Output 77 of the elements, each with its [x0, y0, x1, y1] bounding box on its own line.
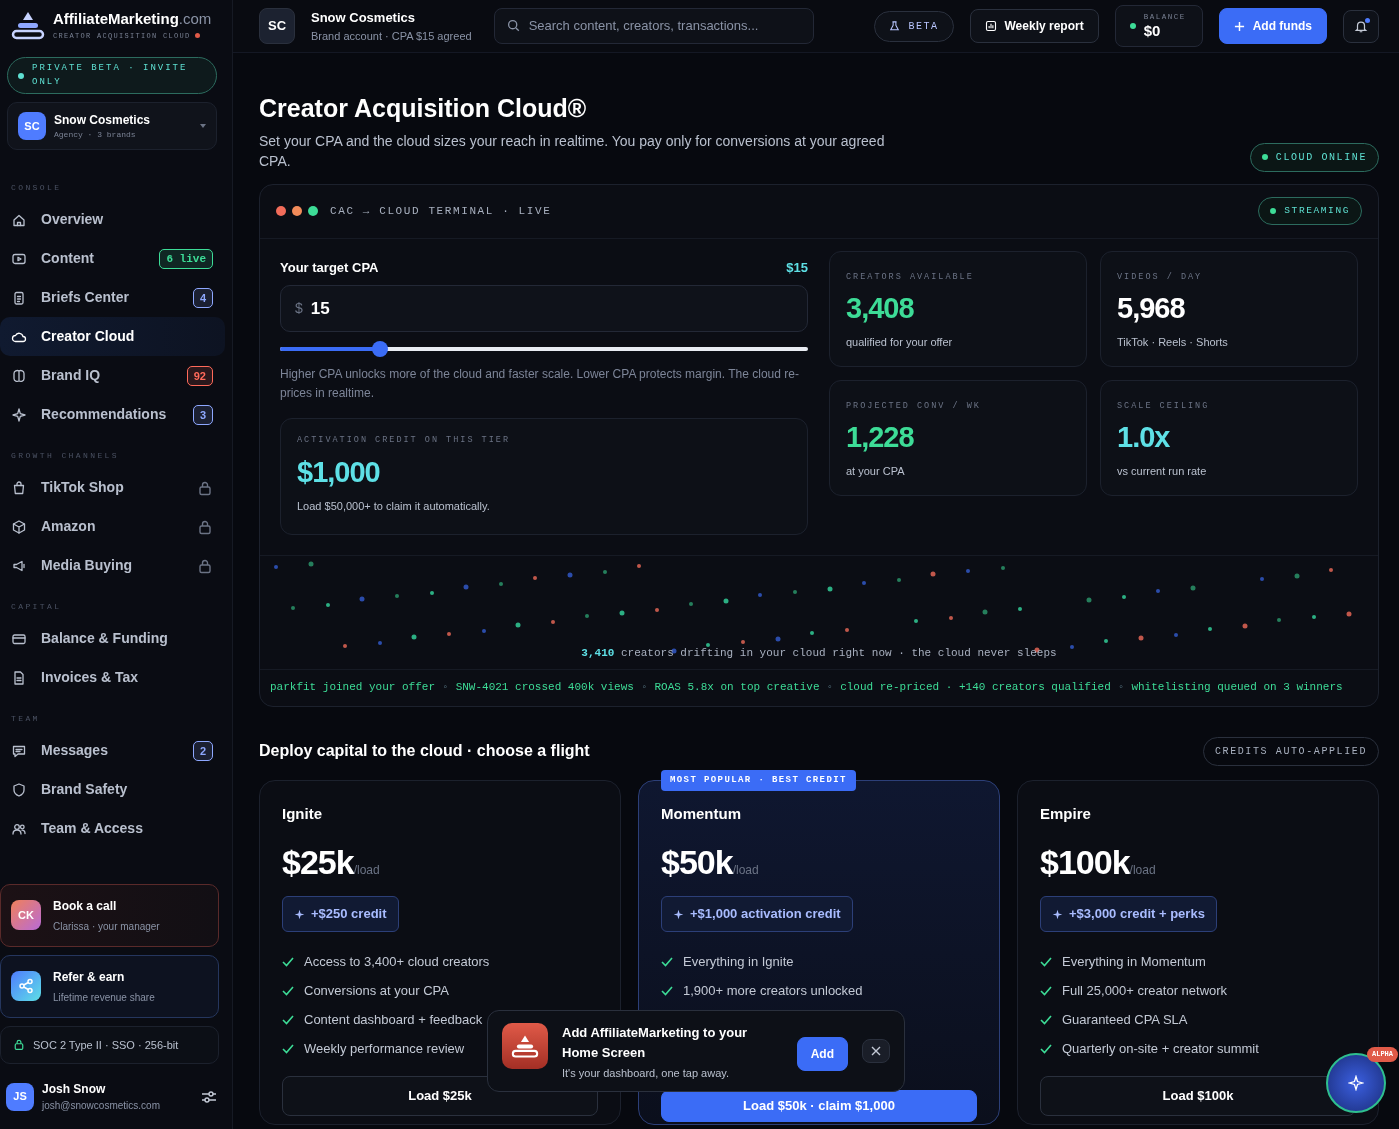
- cloud-status-pill: CLOUD ONLINE: [1249, 142, 1379, 172]
- stat-label: VIDEOS / DAY: [1117, 270, 1204, 284]
- plan-feature: Content dashboard + feedback: [304, 1010, 483, 1029]
- account-name: Snow Cosmetics: [54, 112, 152, 129]
- nav-badge: 2: [192, 740, 213, 761]
- plan-unit: /load: [353, 863, 380, 878]
- plan-credit: +$1,000 activation credit: [661, 896, 853, 932]
- card-title: Book a call: [53, 897, 118, 915]
- nav-badge: 4: [192, 287, 213, 308]
- streaming-status-pill: STREAMING: [1258, 196, 1362, 226]
- nav-section-heading: TEAM: [11, 713, 41, 725]
- card-title: Refer & earn: [53, 968, 126, 986]
- stat-label: CREATORS AVAILABLE: [846, 270, 975, 284]
- terminal-title: CAC → CLOUD TERMINAL · LIVE: [330, 203, 552, 219]
- stat-caption: qualified for your offer: [846, 335, 954, 351]
- nav-badge: 92: [186, 365, 213, 386]
- nav-section-heading: CAPITAL: [11, 601, 63, 613]
- plan-feature: Everything in Ignite: [683, 952, 794, 971]
- nav-section-heading: CONSOLE: [11, 182, 63, 194]
- beta-pill: PRIVATE BETA · INVITE ONLY: [7, 57, 217, 94]
- plan-feature: Weekly performance review: [304, 1039, 465, 1058]
- card-subtitle: Lifetime revenue share: [53, 990, 155, 1005]
- account-meta: Agency · 3 brands: [54, 129, 137, 141]
- plan-unit: /load: [732, 863, 759, 878]
- brand-name: AffiliateMarketing.com: [53, 9, 212, 29]
- account-avatar: SC: [18, 112, 46, 140]
- toast-title: Add AffiliateMarketing to your Home Screen: [562, 1024, 749, 1062]
- card-subtitle: Clarissa · your manager: [53, 919, 160, 934]
- stat-caption: vs current run rate: [1117, 464, 1208, 480]
- page-subtitle: Set your CPA and the cloud sizes your reach in realtime. You pay only for conversions at your agreed CPA.: [259, 132, 886, 172]
- nav-badge: 6 live: [159, 248, 213, 269]
- credit-label: ACTIVATION CREDIT ON THIS TIER: [297, 434, 512, 448]
- plan-credit: +$3,000 credit + perks: [1040, 896, 1217, 932]
- plan-price: $25k: [282, 843, 354, 882]
- plan-name: Momentum: [661, 803, 742, 824]
- stat-caption: at your CPA: [846, 464, 906, 480]
- balance-value: $0: [1143, 23, 1162, 40]
- user-name: Josh Snow: [42, 1081, 107, 1098]
- plan-feature: Quarterly on-site + creator summit: [1062, 1039, 1259, 1058]
- stat-label: PROJECTED CONV / WK: [846, 399, 982, 413]
- brand-avatar: SC: [259, 8, 295, 44]
- user-avatar: JS: [6, 1082, 34, 1111]
- plan-feature: Full 25,000+ creator network: [1062, 981, 1228, 1000]
- page-title: Creator Acquisition Cloud®: [259, 93, 588, 123]
- account-meta: Brand account · CPA $15 agreed: [311, 28, 472, 44]
- plan-ribbon: MOST POPULAR · BEST CREDIT: [661, 769, 856, 792]
- drift-caption: 3,410 creators drifting in your cloud right now · the cloud never sleeps: [580, 645, 1058, 661]
- plan-feature: 1,900+ more creators unlocked: [683, 981, 863, 1000]
- stat-value: 5,968: [1117, 291, 1186, 327]
- cpa-reading: $15: [786, 258, 808, 277]
- plan-price: $100k: [1040, 843, 1130, 882]
- credit-value: $1,000: [297, 455, 381, 490]
- cpa-label: Your target CPA: [280, 258, 379, 277]
- activity-ticker: parkfit joined your offer ◦ SNW-4021 crossed 400k views ◦ ROAS 5.8x on top creative ◦ cloud re-priced · +140 creators qualified ◦ whitelisting queued on 3 winners: [260, 669, 1378, 706]
- manager-avatar: CK: [11, 900, 41, 930]
- user-email: josh@snowcosmetics.com: [42, 1099, 161, 1113]
- plan-feature: Guaranteed CPA SLA: [1062, 1010, 1188, 1029]
- security-note: SOC 2 Type II · SSO · 256-bit: [33, 1037, 179, 1053]
- plan-price: $50k: [661, 843, 733, 882]
- stat-caption: TikTok · Reels · Shorts: [1117, 335, 1229, 351]
- plan-feature: Conversions at your CPA: [304, 981, 449, 1000]
- stat-value: 3,408: [846, 291, 915, 327]
- stat-label: SCALE CEILING: [1117, 399, 1211, 413]
- account-name: Snow Cosmetics: [311, 9, 417, 27]
- stat-value: 1,228: [846, 420, 915, 456]
- credit-note: Load $50,000+ to claim it automatically.: [297, 498, 491, 514]
- plan-name: Empire: [1040, 803, 1092, 824]
- plan-credit: +$250 credit: [282, 896, 399, 932]
- cpa-help-text: Higher CPA unlocks more of the cloud and faster scale. Lower CPA protects margin. The cloud re-prices in realtime.: [280, 366, 800, 402]
- plan-feature: Everything in Momentum: [1062, 952, 1206, 971]
- plan-feature: Access to 3,400+ cloud creators: [304, 952, 490, 971]
- plan-unit: /load: [1129, 863, 1156, 878]
- stat-value: 1.0x: [1117, 420, 1171, 456]
- plan-name: Ignite: [282, 803, 323, 824]
- nav-badge: 3: [192, 404, 213, 425]
- section-heading: Deploy capital to the cloud · choose a flight: [259, 741, 590, 762]
- nav-section-heading: GROWTH CHANNELS: [11, 450, 120, 462]
